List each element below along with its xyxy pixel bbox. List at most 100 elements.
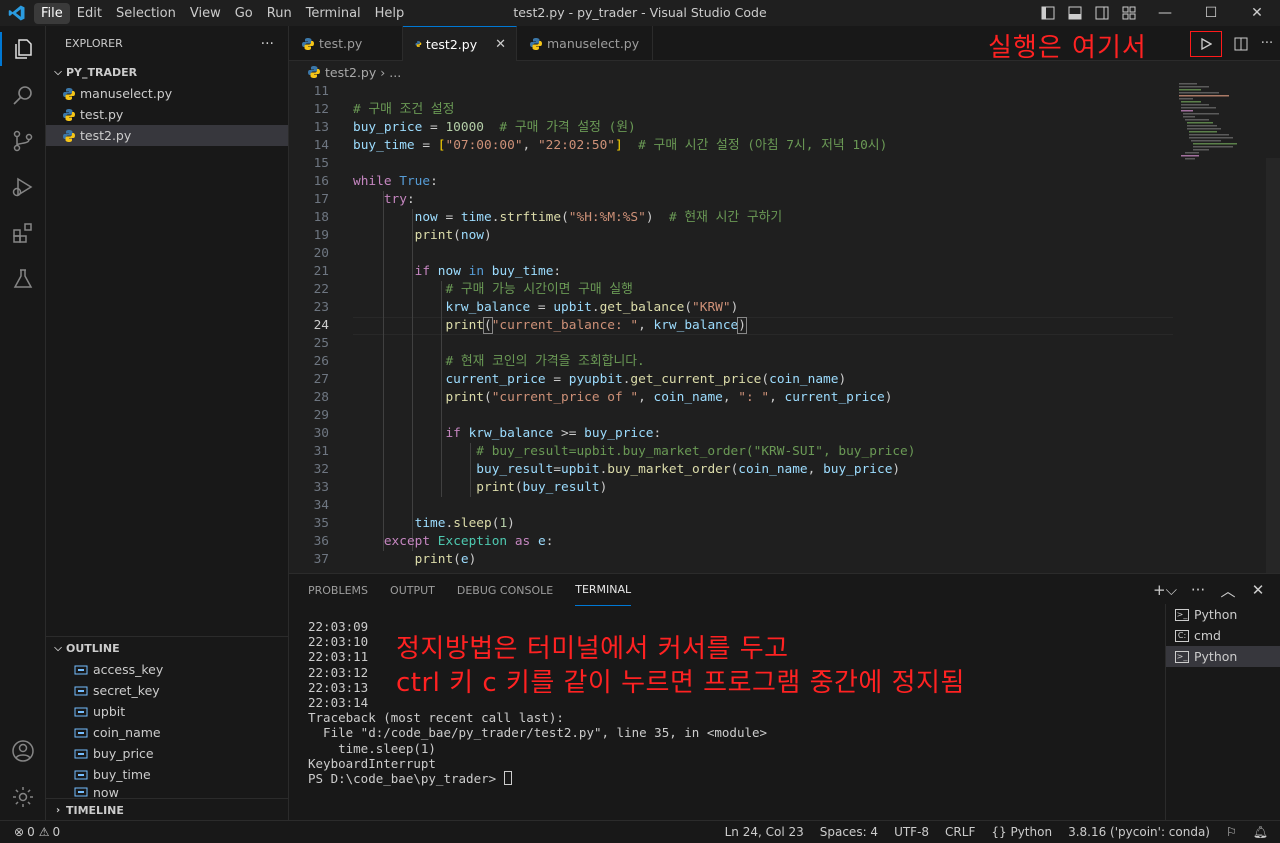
indentation[interactable]: Spaces: 4: [820, 825, 878, 839]
outline-item[interactable]: upbit: [46, 701, 288, 722]
source-control-icon[interactable]: [0, 118, 46, 164]
tab-terminal[interactable]: TERMINAL: [575, 574, 632, 606]
terminal-item-python[interactable]: >_ Python: [1166, 604, 1280, 625]
encoding[interactable]: UTF-8: [894, 825, 929, 839]
tab-problems[interactable]: PROBLEMS: [308, 574, 368, 606]
tab-output[interactable]: OUTPUT: [390, 574, 435, 606]
menu-selection[interactable]: Selection: [109, 3, 183, 24]
code-line: print(now): [414, 228, 492, 243]
problems-status[interactable]: ⊗ 0 ⚠ 0: [0, 825, 60, 839]
line-number: 22: [313, 282, 329, 297]
cursor-position[interactable]: Ln 24, Col 23: [725, 825, 804, 839]
terminal-item-label: Python: [1194, 607, 1238, 622]
outline-item[interactable]: secret_key: [46, 680, 288, 701]
split-editor-icon[interactable]: [1228, 31, 1254, 57]
error-icon: ⊗: [14, 825, 25, 839]
close-panel-icon[interactable]: ✕: [1246, 578, 1270, 602]
file-item-manuselect[interactable]: manuselect.py: [46, 83, 288, 104]
chevron-down-icon: ⌵: [54, 66, 62, 78]
terminal-icon: >_: [1175, 608, 1189, 621]
notifications-bell-icon[interactable]: 🔔︎: [1253, 825, 1268, 839]
toggle-panel-icon[interactable]: [1061, 0, 1088, 26]
chevron-down-icon: ⌵: [54, 642, 62, 654]
python-interpreter[interactable]: 3.8.16 ('pycoin': conda): [1068, 825, 1210, 839]
feedback-icon[interactable]: ⚐: [1226, 825, 1237, 839]
file-item-test2[interactable]: test2.py: [46, 125, 288, 146]
file-item-test[interactable]: test.py: [46, 104, 288, 125]
menu-file[interactable]: File: [34, 2, 70, 24]
code-line: except Exception as e:: [383, 534, 554, 549]
breadcrumb-separator: ›: [380, 64, 386, 80]
more-actions-icon[interactable]: ···: [1186, 578, 1210, 602]
line-number: 31: [313, 444, 329, 459]
code-line: print(e): [414, 552, 477, 567]
outline-item[interactable]: coin_name: [46, 722, 288, 743]
line-number: 34: [313, 498, 329, 513]
tab-label: test.py: [319, 36, 363, 51]
line-number: 16: [313, 174, 329, 189]
outline-item[interactable]: access_key: [46, 659, 288, 680]
language-label: Python: [1010, 825, 1053, 839]
run-annotation: 실행은 여기서: [988, 33, 1147, 63]
menu-help[interactable]: Help: [368, 3, 412, 24]
terminal-item-python-active[interactable]: >_ Python: [1166, 646, 1280, 667]
close-window-icon[interactable]: ✕: [1234, 0, 1280, 26]
python-file-icon: [63, 87, 75, 100]
maximize-icon[interactable]: ☐: [1188, 0, 1234, 26]
extensions-icon[interactable]: [0, 210, 46, 256]
customize-layout-icon[interactable]: [1115, 0, 1142, 26]
explorer-icon[interactable]: [0, 26, 46, 72]
minimap[interactable]: [1173, 83, 1263, 573]
terminal-item-cmd[interactable]: C: cmd: [1166, 625, 1280, 646]
testing-icon[interactable]: [0, 256, 46, 302]
line-number: 32: [313, 462, 329, 477]
more-actions-icon[interactable]: ···: [1254, 31, 1280, 57]
search-icon[interactable]: [0, 72, 46, 118]
new-terminal-icon[interactable]: +⌵: [1150, 578, 1180, 602]
menu-terminal[interactable]: Terminal: [299, 3, 368, 24]
code-line: while True:: [353, 174, 438, 189]
toggle-secondary-sidebar-icon[interactable]: [1088, 0, 1115, 26]
menu-edit[interactable]: Edit: [70, 3, 109, 24]
terminal-cursor: [503, 771, 512, 786]
menu-view[interactable]: View: [183, 3, 228, 24]
outline-label: access_key: [93, 662, 164, 677]
settings-gear-icon[interactable]: [0, 774, 46, 820]
outline-item[interactable]: buy_price: [46, 743, 288, 764]
tab-test-py[interactable]: test.py: [289, 26, 403, 61]
run-debug-icon[interactable]: [0, 164, 46, 210]
code-line: # 구매 조건 설정: [353, 102, 455, 117]
outline-item[interactable]: now: [46, 785, 288, 799]
tab-debug-console[interactable]: DEBUG CONSOLE: [457, 574, 553, 606]
breadcrumb-file[interactable]: test2.py: [325, 65, 376, 80]
code-line: # buy_result=upbit.buy_market_order("KRW…: [476, 444, 916, 459]
outline-section-header[interactable]: ⌵ OUTLINE: [46, 637, 288, 659]
line-number: 23: [313, 300, 329, 315]
line-number: 29: [313, 408, 329, 423]
menu-run[interactable]: Run: [260, 3, 299, 24]
code-editor[interactable]: 11 12 # 구매 조건 설정 13 buy_price = 10000 # 구매…: [289, 83, 1280, 573]
terminal-line: time.sleep(1): [308, 740, 436, 756]
tab-manuselect-py[interactable]: manuselect.py: [517, 26, 653, 61]
folder-section-header[interactable]: ⌵ PY_TRADER: [46, 61, 288, 83]
account-icon[interactable]: [0, 728, 46, 774]
run-python-file-button[interactable]: [1190, 30, 1222, 57]
minimize-icon[interactable]: —: [1142, 0, 1188, 26]
tab-test2-py[interactable]: test2.py ✕: [403, 26, 517, 61]
line-number: 36: [313, 534, 329, 549]
timeline-section-header[interactable]: › TIMELINE: [46, 799, 288, 821]
tab-label: manuselect.py: [547, 36, 640, 51]
activity-bar: [0, 26, 46, 820]
maximize-panel-icon[interactable]: ︿: [1216, 578, 1240, 602]
line-number: 30: [313, 426, 329, 441]
editor-scrollbar[interactable]: [1266, 158, 1280, 573]
breadcrumb-symbol[interactable]: ...: [389, 65, 401, 80]
outline-item[interactable]: buy_time: [46, 764, 288, 785]
close-tab-icon[interactable]: ✕: [495, 37, 506, 52]
toggle-sidebar-icon[interactable]: [1034, 0, 1061, 26]
line-ending[interactable]: CRLF: [945, 825, 975, 839]
tab-label: test2.py: [425, 36, 478, 52]
menu-go[interactable]: Go: [228, 3, 260, 24]
more-actions-icon[interactable]: ···: [261, 36, 274, 52]
language-mode[interactable]: {} Python: [991, 825, 1052, 839]
